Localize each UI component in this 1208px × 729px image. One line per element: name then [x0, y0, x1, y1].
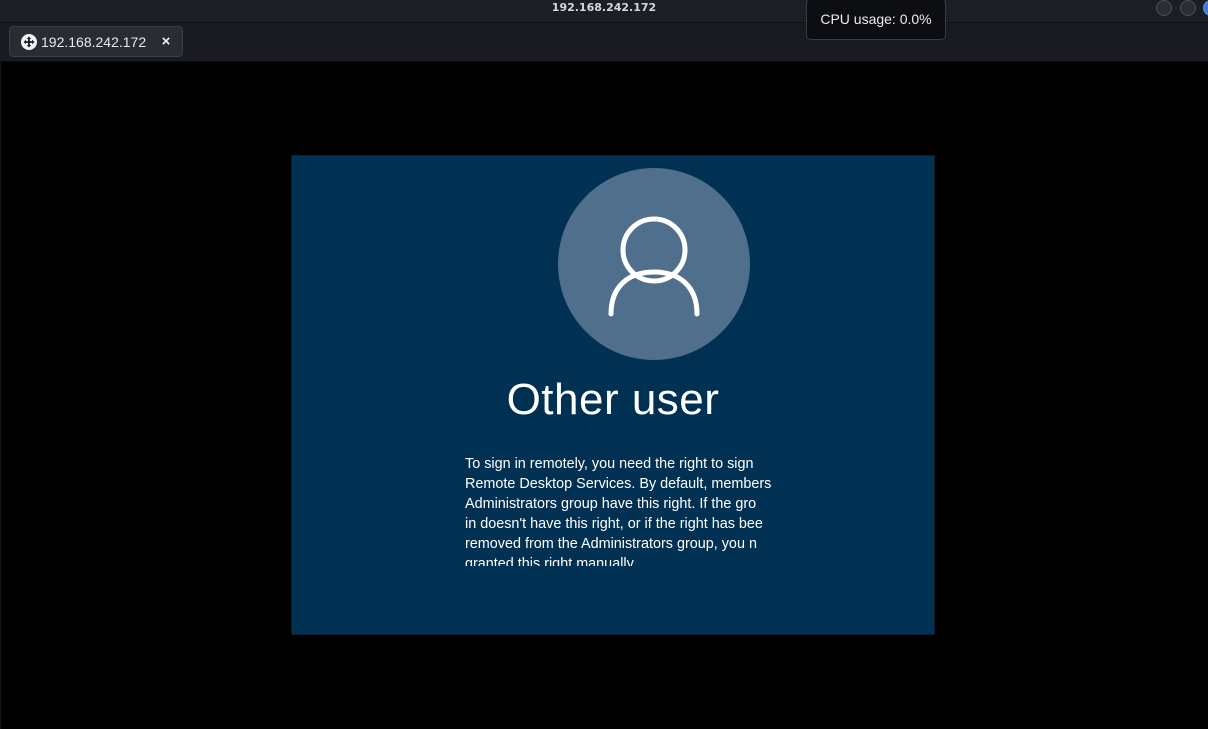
window-title: 192.168.242.172 — [551, 1, 657, 14]
tab-label: 192.168.242.172 — [41, 34, 147, 50]
windows-login-screen[interactable]: Other user To sign in remotely, you need… — [291, 155, 935, 635]
maximize-button[interactable] — [1180, 0, 1196, 16]
minimize-button[interactable] — [1156, 0, 1172, 16]
message-scroll-area[interactable]: To sign in remotely, you need the right … — [465, 454, 775, 566]
tab-remote-session[interactable]: 192.168.242.172 × — [9, 26, 183, 57]
remote-viewport[interactable]: Other user To sign in remotely, you need… — [0, 62, 1208, 729]
tab-close-icon[interactable]: × — [158, 27, 174, 58]
window-titlebar[interactable]: 192.168.242.172 — [0, 0, 1208, 23]
user-icon — [608, 216, 700, 317]
user-avatar — [558, 168, 750, 360]
tab-bar: 192.168.242.172 × — [0, 23, 1208, 62]
cpu-usage-tooltip: CPU usage: 0.0% — [806, 0, 946, 40]
remote-desktop-icon — [21, 34, 37, 50]
sign-in-error-message: To sign in remotely, you need the right … — [465, 456, 772, 566]
username-heading: Other user — [506, 375, 720, 424]
